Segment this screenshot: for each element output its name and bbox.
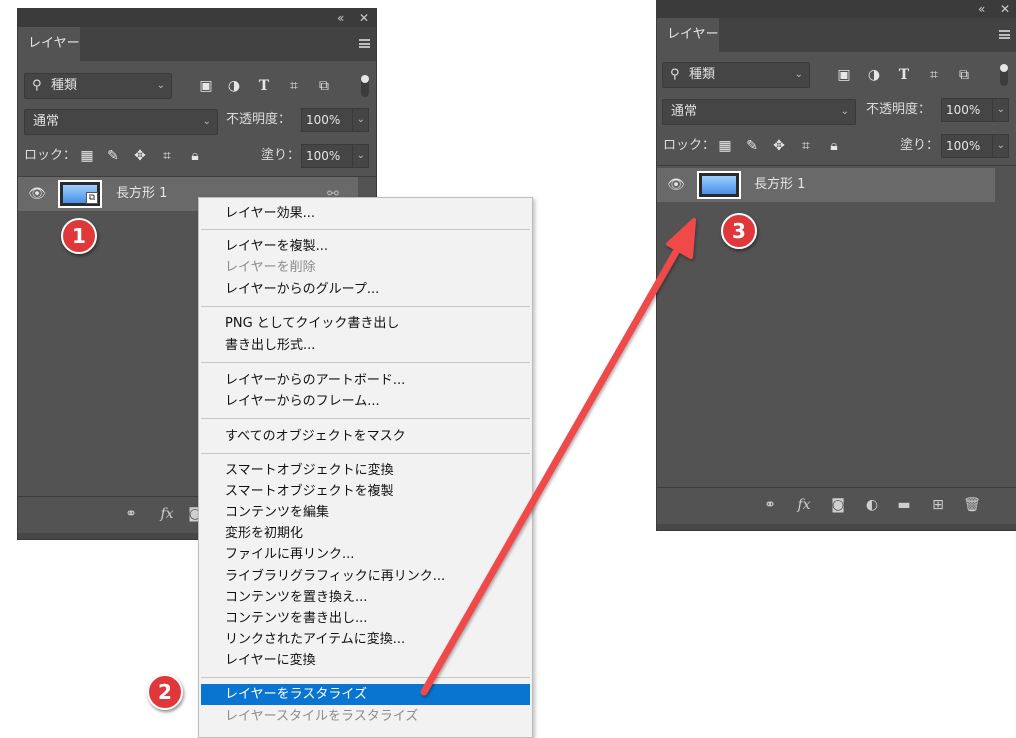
step-badge-1: 1 bbox=[61, 218, 97, 254]
step-badge-2: 2 bbox=[147, 674, 183, 710]
step-badge-3: 3 bbox=[721, 213, 757, 249]
step-arrow bbox=[420, 218, 696, 696]
arrow-head bbox=[666, 218, 696, 259]
arrow-shaft bbox=[420, 239, 685, 696]
